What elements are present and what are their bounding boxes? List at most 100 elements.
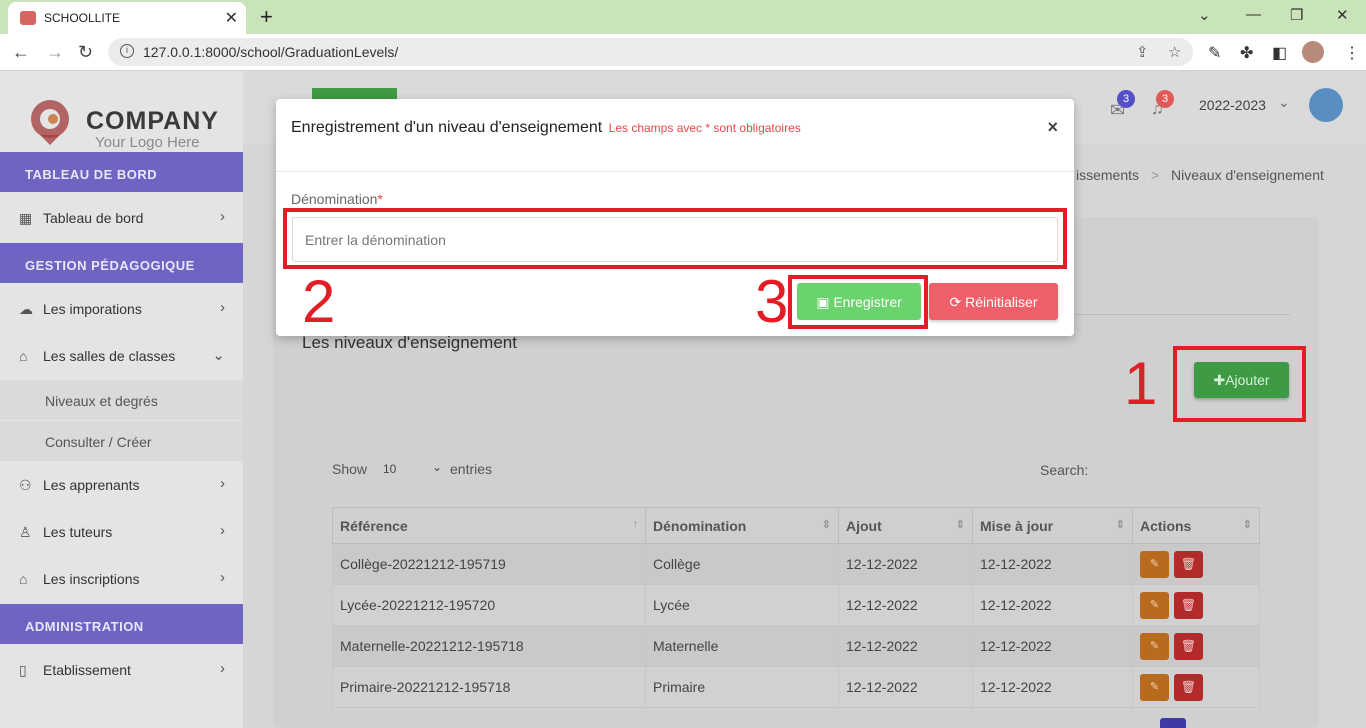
trash-icon[interactable]: 🗑 <box>1174 632 1203 660</box>
column-header-actions[interactable]: Actions ⇕ <box>1132 507 1260 544</box>
cloud-icon: ☁ <box>19 301 33 317</box>
sidebar-item-dashboard[interactable]: ▦ Tableau de bord › <box>0 195 243 241</box>
trash-icon[interactable]: 🗑 <box>1174 550 1203 578</box>
sidebar-subitem-label: Consulter / Créer <box>45 434 152 450</box>
cell-actions: ✎ 🗑 <box>1132 625 1260 667</box>
sidebar-item-enrollments[interactable]: ⌂ Les inscriptions › <box>0 556 243 602</box>
new-tab-button[interactable]: + <box>260 4 273 30</box>
sidebar-item-label: Les salles de classes <box>43 348 176 364</box>
user-avatar[interactable] <box>1309 88 1343 122</box>
url-text[interactable]: 127.0.0.1:8000/school/GraduationLevels/ <box>143 44 398 60</box>
cell-actions: ✎ 🗑 <box>1132 584 1260 626</box>
address-bar[interactable]: i 127.0.0.1:8000/school/GraduationLevels… <box>108 38 1193 66</box>
table-header-row: Référence ↑ Dénomination ⇕ Ajout ⇕ Mise à j… <box>332 507 1260 544</box>
column-header-label: Ajout <box>846 517 882 534</box>
extensions-icon[interactable]: ✤ <box>1240 43 1253 63</box>
sidebar-item-tutors[interactable]: ♙ Les tuteurs › <box>0 509 243 555</box>
pagination <box>1108 718 1268 728</box>
reset-button[interactable]: ⟳ Réinitialiser <box>929 283 1058 320</box>
eyedropper-icon[interactable]: ✎ <box>1208 43 1221 63</box>
breadcrumb-parent[interactable]: issements <box>1076 167 1139 183</box>
edit-icon[interactable]: ✎ <box>1140 673 1169 701</box>
refresh-icon: ⟳ <box>949 293 962 310</box>
sort-asc-icon: ↑ <box>632 518 639 530</box>
table-row: Lycée-20221212-195720 Lycée 12-12-2022 1… <box>332 584 1260 626</box>
school-year-selector[interactable]: 2022-2023 <box>1199 97 1266 113</box>
minimize-icon[interactable]: — <box>1246 6 1261 23</box>
show-label: Show <box>332 461 368 477</box>
column-header-reference[interactable]: Référence ↑ <box>332 507 646 544</box>
edit-icon[interactable]: ✎ <box>1140 632 1169 660</box>
notification-count-badge: 3 <box>1156 90 1174 108</box>
entries-select[interactable]: 10 ⌄ <box>378 457 444 481</box>
chevron-right-icon: › <box>220 475 225 492</box>
sidebar-item-imports[interactable]: ☁ Les imporations › <box>0 286 243 332</box>
building-icon: ▯ <box>19 662 27 678</box>
column-header-added[interactable]: Ajout ⇕ <box>838 507 973 544</box>
cell-actions: ✎ 🗑 <box>1132 666 1260 708</box>
chevron-down-icon: ⌄ <box>431 460 442 474</box>
profile-avatar[interactable] <box>1302 41 1324 63</box>
sidebar-item-learners[interactable]: ⚇ Les apprenants › <box>0 462 243 508</box>
cell-reference: Lycée-20221212-195720 <box>332 584 646 626</box>
forward-icon[interactable]: → <box>46 42 64 63</box>
cell-reference: Collège-20221212-195719 <box>332 543 646 585</box>
table-row: Primaire-20221212-195718 Primaire 12-12-… <box>332 666 1260 708</box>
back-icon[interactable]: ← <box>12 42 30 63</box>
share-icon[interactable]: ⇪ <box>1136 43 1149 61</box>
mail-count-badge: 3 <box>1117 90 1135 108</box>
section-administration: ADMINISTRATION <box>0 604 243 644</box>
sidebar-item-label: Etablissement <box>43 662 131 678</box>
menu-dots-icon[interactable]: ⋮ <box>1344 43 1360 63</box>
chevron-down-icon[interactable]: ⌄ <box>1278 94 1290 111</box>
sidebar-item-label: Les imporations <box>43 301 142 317</box>
sidebar-subitem-consult[interactable]: Consulter / Créer <box>0 421 243 461</box>
chevron-down-icon: ⌄ <box>212 347 225 364</box>
sidebar-subitem-levels[interactable]: Niveaux et degrés <box>0 380 243 420</box>
sidebar-item-establishment[interactable]: ▯ Etablissement › <box>0 647 243 693</box>
bookmark-star-icon[interactable]: ☆ <box>1168 43 1181 61</box>
reload-icon[interactable]: ↻ <box>78 42 93 63</box>
cell-reference: Primaire-20221212-195718 <box>332 666 646 708</box>
annotation-box-save <box>788 275 928 329</box>
edit-icon[interactable]: ✎ <box>1140 591 1169 619</box>
window-close-icon[interactable]: ✕ <box>1336 6 1349 24</box>
denomination-label: Dénomination* <box>291 191 383 207</box>
edit-icon[interactable]: ✎ <box>1140 550 1169 578</box>
sort-icon: ⇕ <box>821 519 831 531</box>
side-panel-icon[interactable]: ◧ <box>1272 43 1287 63</box>
column-header-label: Dénomination <box>653 517 747 534</box>
trash-icon[interactable]: 🗑 <box>1174 591 1203 619</box>
sort-icon: ⇕ <box>1242 519 1252 531</box>
column-header-updated[interactable]: Mise à jour ⇕ <box>972 507 1133 544</box>
entries-select-value: 10 <box>383 462 397 476</box>
pagination-current-page[interactable] <box>1160 718 1186 728</box>
company-tagline: Your Logo Here <box>95 134 200 151</box>
modal-title: Enregistrement d'un niveau d'enseignemen… <box>291 119 801 137</box>
tab-search-icon[interactable]: ⌄ <box>1198 6 1211 24</box>
sort-icon: ⇕ <box>955 519 965 531</box>
site-info-icon[interactable]: i <box>120 44 134 58</box>
tab-close-icon[interactable]: ✕ <box>225 8 238 28</box>
cell-reference: Maternelle-20221212-195718 <box>332 625 646 667</box>
sidebar-item-classrooms[interactable]: ⌂ Les salles de classes ⌄ <box>0 333 243 379</box>
sort-icon: ⇕ <box>1115 519 1125 531</box>
cell-added: 12-12-2022 <box>838 666 973 708</box>
modal-title-text: Enregistrement d'un niveau d'enseignemen… <box>291 119 603 136</box>
annotation-box-add <box>1173 346 1306 422</box>
favicon-icon <box>20 11 36 25</box>
column-header-label: Mise à jour <box>980 517 1054 534</box>
cell-name: Maternelle <box>645 625 839 667</box>
trash-icon[interactable]: 🗑 <box>1174 673 1203 701</box>
sidebar-item-label: Les inscriptions <box>43 571 140 587</box>
table-row: Collège-20221212-195719 Collège 12-12-20… <box>332 543 1260 585</box>
chevron-right-icon: › <box>220 569 225 586</box>
sidebar-item-label: Tableau de bord <box>43 210 144 226</box>
user-icon: ♙ <box>19 524 32 540</box>
modal-close-icon[interactable]: × <box>1047 117 1058 138</box>
annotation-number-1: 1 <box>1124 350 1158 417</box>
browser-tab[interactable]: SCHOOLLITE ✕ <box>8 2 246 34</box>
restore-icon[interactable]: ❐ <box>1290 6 1303 24</box>
column-header-name[interactable]: Dénomination ⇕ <box>645 507 839 544</box>
reset-button-label: Réinitialiser <box>965 293 1038 310</box>
